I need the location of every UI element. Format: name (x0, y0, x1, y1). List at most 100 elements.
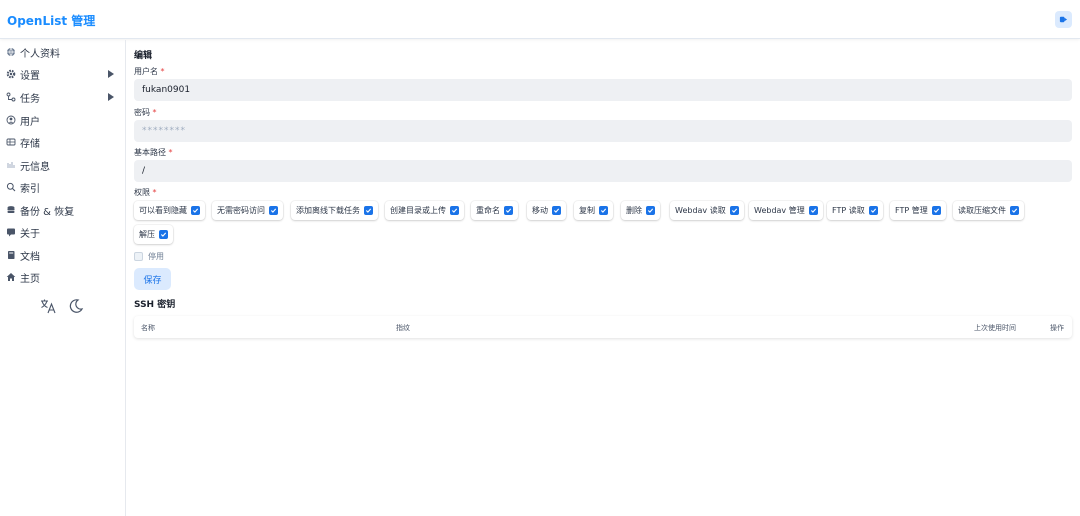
caret-right-icon[interactable] (108, 93, 114, 101)
basepath-input[interactable]: / (134, 160, 1072, 182)
check-icon (270, 208, 277, 213)
logout-icon (1059, 16, 1068, 23)
perm-delete[interactable]: 删除 (621, 201, 660, 220)
disable-label: 停用 (148, 252, 164, 261)
check-icon (192, 208, 199, 213)
sidebar-item-label: 存储 (20, 138, 40, 150)
sidebar-item-storage[interactable]: 存储 (0, 132, 126, 152)
sidebar-item-about[interactable]: 关于 (0, 222, 126, 242)
home-icon (6, 272, 16, 282)
checkbox-checked[interactable] (504, 206, 513, 215)
perm-offline-download[interactable]: 添加离线下载任务 (291, 201, 378, 220)
sidebar-item-label: 设置 (20, 70, 40, 82)
checkbox-checked[interactable] (868, 206, 878, 215)
check-icon (1011, 208, 1018, 213)
checkbox-checked[interactable] (191, 206, 200, 215)
username-label: 用户名 * (134, 67, 165, 76)
sidebar-item-users[interactable]: 用户 (0, 110, 126, 130)
checkbox-checked[interactable] (450, 206, 459, 215)
perm-decompress[interactable]: 解压 (134, 225, 173, 244)
book-icon (6, 250, 16, 260)
sidebar-item-label: 个人资料 (20, 48, 60, 60)
edit-title: 编辑 (134, 51, 153, 61)
column-header-last-used: 上次使用时间 (974, 324, 1016, 332)
check-icon (647, 208, 654, 213)
sidebar-item-label: 元信息 (20, 161, 50, 173)
password-label: 密码 * (134, 108, 157, 117)
checkbox-checked[interactable] (808, 206, 818, 215)
sidebar-item-index[interactable]: 索引 (0, 177, 126, 197)
perm-ftp-read[interactable]: FTP 读取 (827, 201, 883, 220)
checkbox-checked[interactable] (931, 206, 941, 215)
sidebar-item-tasks[interactable]: 任务 (0, 87, 126, 107)
disable-option[interactable]: 停用 (134, 251, 164, 262)
username-input[interactable]: fukan0901 (134, 79, 1072, 101)
check-icon (870, 208, 876, 213)
globe-icon (6, 47, 16, 57)
caret-right-icon[interactable] (108, 70, 114, 78)
perm-ftp-manage[interactable]: FTP 管理 (890, 201, 946, 220)
check-icon (160, 232, 167, 237)
perm-webdav-manage[interactable]: Webdav 管理 (749, 201, 823, 220)
column-header-name: 名称 (141, 324, 155, 332)
checkbox-checked[interactable] (269, 206, 278, 215)
sidebar-item-profile[interactable]: 个人资料 (0, 42, 126, 62)
database-icon (6, 137, 16, 147)
info-icon (6, 227, 16, 237)
column-header-actions: 操作 (1050, 324, 1064, 332)
check-icon (553, 208, 560, 213)
check-icon (365, 208, 372, 213)
check-icon (600, 208, 607, 213)
password-input[interactable]: ******** (134, 120, 1072, 142)
sidebar-tools (40, 298, 84, 314)
check-icon (451, 208, 458, 213)
ssh-keys-title: SSH 密钥 (134, 300, 176, 310)
moon-icon[interactable] (68, 298, 84, 314)
sidebar-item-label: 文档 (20, 251, 40, 263)
gear-icon (6, 69, 16, 79)
translate-icon[interactable] (40, 298, 56, 314)
logout-button[interactable] (1055, 11, 1072, 28)
checkbox-checked[interactable] (646, 206, 655, 215)
checkbox-checked[interactable] (599, 206, 608, 215)
sidebar-item-label: 主页 (20, 273, 40, 285)
perm-webdav-read[interactable]: Webdav 读取 (670, 201, 744, 220)
sidebar-item-label: 任务 (20, 93, 40, 105)
perm-mkdir-upload[interactable]: 创建目录或上传 (385, 201, 464, 220)
sidebar-item-home[interactable]: 主页 (0, 267, 126, 287)
perm-no-password[interactable]: 无需密码访问 (212, 201, 283, 220)
check-icon (505, 208, 512, 213)
checkbox-checked[interactable] (364, 206, 373, 215)
tasks-icon (6, 92, 16, 102)
sidebar-item-label: 备份 & 恢复 (20, 206, 75, 218)
brand-title[interactable]: OpenList 管理 (7, 12, 95, 29)
perm-read-archive[interactable]: 读取压缩文件 (953, 201, 1024, 220)
perm-move[interactable]: 移动 (527, 201, 566, 220)
sidebar-item-label: 关于 (20, 228, 40, 240)
permissions-label: 权限 * (134, 188, 157, 197)
checkbox-checked[interactable] (729, 206, 739, 215)
sidebar-item-docs[interactable]: 文档 (0, 245, 126, 265)
sidebar-item-meta[interactable]: 元信息 (0, 155, 126, 175)
checkbox-checked[interactable] (1010, 206, 1019, 215)
check-icon (933, 208, 939, 213)
perm-copy[interactable]: 复制 (574, 201, 613, 220)
save-button[interactable]: 保存 (134, 268, 171, 290)
sidebar-item-backup[interactable]: 备份 & 恢复 (0, 200, 126, 220)
disable-checkbox[interactable] (134, 252, 143, 261)
sidebar-item-label: 用户 (20, 116, 40, 128)
column-header-fingerprint: 指纹 (396, 324, 410, 332)
check-icon (810, 208, 816, 213)
meta-icon (6, 160, 16, 170)
search-icon (6, 182, 16, 192)
backup-icon (6, 205, 16, 215)
basepath-label: 基本路径 * (134, 148, 173, 157)
sidebar: 个人资料 设置 任务 用户 存储 元信息 索引 备份 & 恢复 关于 文档 主页 (0, 40, 126, 516)
sidebar-item-settings[interactable]: 设置 (0, 64, 126, 84)
checkbox-checked[interactable] (552, 206, 561, 215)
perm-see-hidden[interactable]: 可以看到隐藏 (134, 201, 205, 220)
checkbox-checked[interactable] (159, 230, 168, 239)
ssh-keys-table: 名称 指纹 上次使用时间 操作 (134, 316, 1072, 338)
perm-rename[interactable]: 重命名 (471, 201, 518, 220)
top-header: OpenList 管理 (0, 0, 1080, 39)
